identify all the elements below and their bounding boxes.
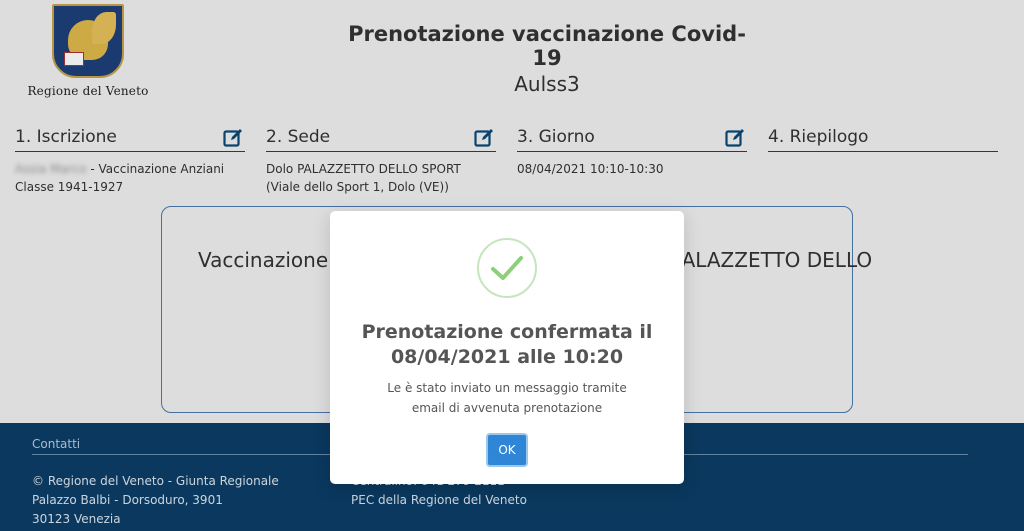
dialog-message: Le è stato inviato un messaggio tramite … [387, 381, 627, 415]
ok-button[interactable]: OK [486, 433, 528, 467]
confirmation-dialog: Prenotazione confermata il 08/04/2021 al… [330, 211, 684, 484]
check-icon [491, 256, 523, 280]
dialog-title: Prenotazione confermata il 08/04/2021 al… [361, 321, 653, 368]
success-circle [477, 238, 537, 298]
